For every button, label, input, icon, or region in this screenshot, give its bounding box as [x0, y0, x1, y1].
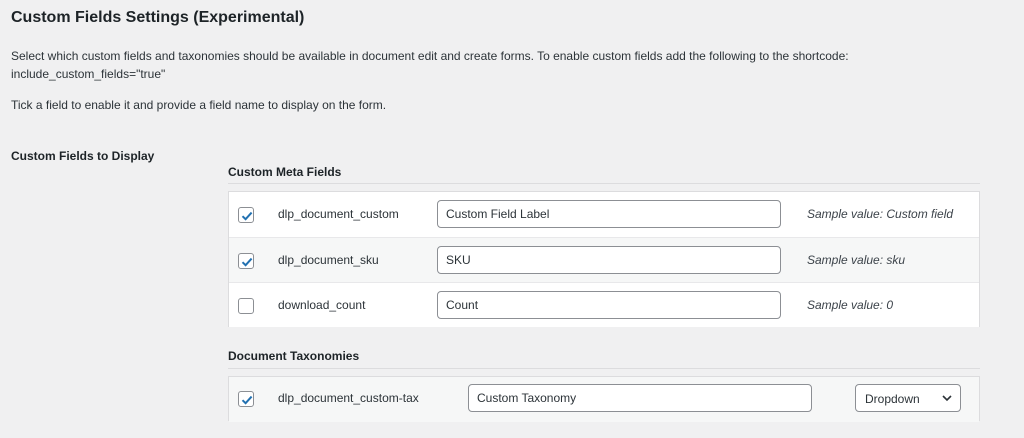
description-line-3: Tick a field to enable it and provide a …	[11, 98, 387, 112]
taxonomy-name: dlp_document_custom-tax	[278, 391, 419, 405]
section-divider	[228, 183, 980, 184]
checkmark-icon	[241, 395, 253, 405]
display-type-value: Dropdown	[865, 392, 920, 406]
sample-value: Sample value: Custom field	[807, 207, 954, 221]
checkmark-icon	[241, 211, 253, 221]
enable-checkbox[interactable]	[238, 298, 254, 314]
enable-checkbox[interactable]	[238, 207, 254, 223]
field-label-input[interactable]	[437, 246, 781, 274]
table-row: dlp_document_custom Sample value: Custom…	[229, 192, 979, 237]
document-taxonomies-table: dlp_document_custom-tax Dropdown	[228, 376, 980, 422]
field-name: download_count	[278, 298, 366, 312]
section-divider	[228, 368, 980, 369]
custom-fields-to-display-label: Custom Fields to Display	[11, 149, 155, 163]
field-label-input[interactable]	[437, 200, 781, 228]
custom-meta-fields-table: dlp_document_custom Sample value: Custom…	[228, 191, 980, 327]
page-title: Custom Fields Settings (Experimental)	[11, 9, 305, 26]
custom-meta-fields-heading: Custom Meta Fields	[228, 165, 342, 179]
chevron-down-icon	[942, 395, 952, 402]
table-row: dlp_document_custom-tax Dropdown	[229, 377, 979, 422]
sample-value: Sample value: 0	[807, 298, 894, 312]
taxonomy-label-input[interactable]	[468, 384, 812, 412]
settings-page: Custom Fields Settings (Experimental) Se…	[0, 0, 1024, 438]
enable-checkbox[interactable]	[238, 391, 254, 407]
sample-value: Sample value: sku	[807, 253, 906, 267]
field-name: dlp_document_sku	[278, 253, 379, 267]
checkmark-icon	[241, 257, 253, 267]
field-name: dlp_document_custom	[278, 207, 399, 221]
table-row: download_count Sample value: 0	[229, 282, 979, 327]
description-line-1: Select which custom fields and taxonomie…	[11, 49, 849, 63]
display-type-select[interactable]: Dropdown	[855, 384, 961, 412]
description-line-2: include_custom_fields="true"	[11, 67, 166, 81]
document-taxonomies-heading: Document Taxonomies	[228, 349, 360, 363]
enable-checkbox[interactable]	[238, 253, 254, 269]
table-row: dlp_document_sku Sample value: sku	[229, 237, 979, 282]
field-label-input[interactable]	[437, 291, 781, 319]
